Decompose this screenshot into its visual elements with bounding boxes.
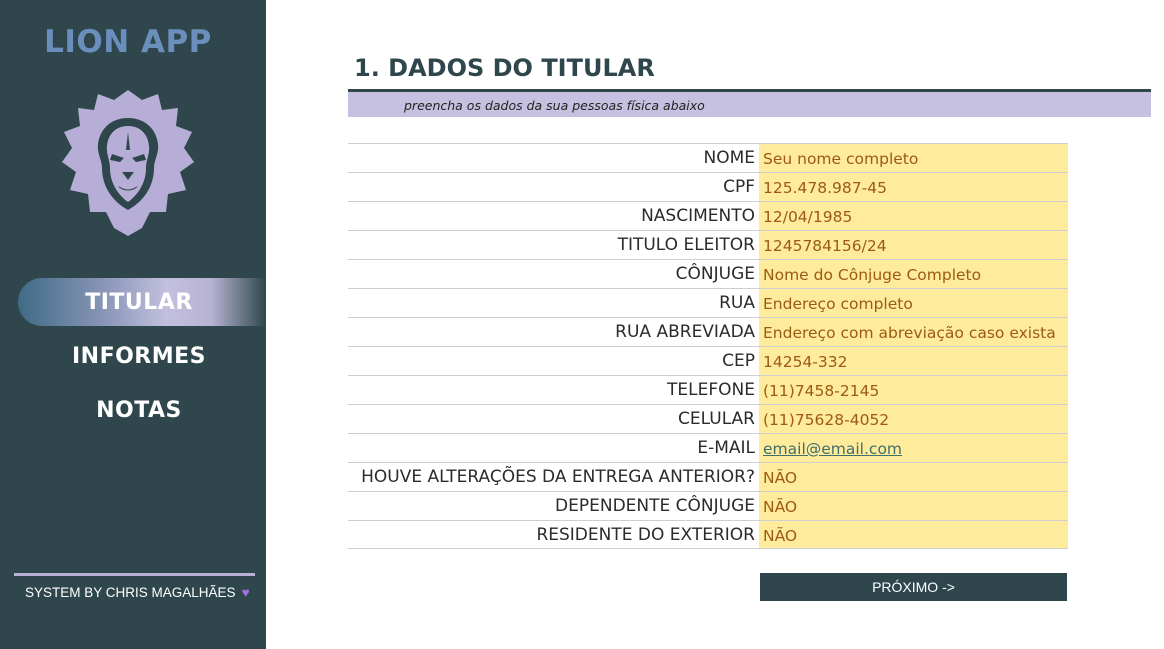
field-row-rua: RUA Endereço completo	[348, 288, 1068, 317]
rua-field[interactable]: Endereço completo	[759, 289, 1068, 317]
field-label: CÔNJUGE	[675, 264, 755, 284]
dependente-conjuge-field[interactable]: NÃO	[759, 492, 1068, 520]
next-button[interactable]: PRÓXIMO ->	[760, 573, 1067, 601]
field-label: NASCIMENTO	[641, 206, 755, 226]
field-row-telefone: TELEFONE (11)7458-2145	[348, 375, 1068, 404]
nav-item-titular[interactable]: TITULAR	[18, 278, 266, 326]
field-row-residente-exterior: RESIDENTE DO EXTERIOR NÃO	[348, 520, 1068, 549]
cep-field[interactable]: 14254-332	[759, 347, 1068, 375]
nav-item-informes[interactable]: INFORMES	[18, 332, 266, 380]
footer-divider	[14, 573, 255, 576]
footer-credit: SYSTEM BY CHRIS MAGALHÃES ♥	[25, 585, 250, 600]
field-label: TELEFONE	[667, 380, 755, 400]
nome-field[interactable]: Seu nome completo	[759, 144, 1068, 172]
field-label: RUA	[719, 293, 755, 313]
sidebar: LION APP TITULAR INFORMES NOTAS SYSTEM B…	[0, 0, 266, 649]
field-row-titulo-eleitor: TITULO ELEITOR 1245784156/24	[348, 230, 1068, 259]
conjuge-field[interactable]: Nome do Cônjuge Completo	[759, 260, 1068, 288]
field-label: CELULAR	[678, 409, 755, 429]
page-title: 1. DADOS DO TITULAR	[354, 54, 655, 82]
nav-item-notas[interactable]: NOTAS	[18, 386, 266, 434]
footer-credit-text: SYSTEM BY CHRIS MAGALHÃES	[25, 585, 236, 600]
subtitle-banner: preencha os dados da sua pessoas física …	[348, 92, 1151, 117]
field-row-nascimento: NASCIMENTO 12/04/1985	[348, 201, 1068, 230]
app-title: LION APP	[44, 24, 212, 60]
nav-item-label: INFORMES	[71, 343, 207, 369]
nav-item-label: TITULAR	[85, 289, 193, 315]
field-row-cpf: CPF 125.478.987-45	[348, 172, 1068, 201]
field-label: NOME	[703, 148, 755, 168]
field-row-nome: NOME Seu nome completo	[348, 143, 1068, 172]
alteracoes-field[interactable]: NÃO	[759, 463, 1068, 491]
field-row-dependente-conjuge: DEPENDENTE CÔNJUGE NÃO	[348, 491, 1068, 520]
field-label: RESIDENTE DO EXTERIOR	[536, 525, 755, 545]
field-label: CPF	[723, 177, 755, 197]
field-label: CEP	[722, 351, 755, 371]
field-label: RUA ABREVIADA	[615, 322, 755, 342]
cpf-field[interactable]: 125.478.987-45	[759, 173, 1068, 201]
rua-abreviada-field[interactable]: Endereço com abreviação caso exista	[759, 318, 1068, 346]
field-row-rua-abreviada: RUA ABREVIADA Endereço com abreviação ca…	[348, 317, 1068, 346]
celular-field[interactable]: (11)75628-4052	[759, 405, 1068, 433]
nav-item-label: NOTAS	[96, 397, 182, 423]
field-row-conjuge: CÔNJUGE Nome do Cônjuge Completo	[348, 259, 1068, 288]
titulo-eleitor-field[interactable]: 1245784156/24	[759, 231, 1068, 259]
residente-exterior-field[interactable]: NÃO	[759, 521, 1068, 548]
purple-heart-icon: ♥	[241, 585, 250, 600]
field-label: DEPENDENTE CÔNJUGE	[555, 496, 755, 516]
telefone-field[interactable]: (11)7458-2145	[759, 376, 1068, 404]
lion-head-icon	[62, 90, 194, 236]
field-row-celular: CELULAR (11)75628-4052	[348, 404, 1068, 433]
field-row-cep: CEP 14254-332	[348, 346, 1068, 375]
email-field[interactable]: email@email.com	[759, 434, 1068, 462]
titular-form: NOME Seu nome completo CPF 125.478.987-4…	[348, 143, 1068, 549]
field-row-email: E-MAIL email@email.com	[348, 433, 1068, 462]
field-label: HOUVE ALTERAÇÕES DA ENTREGA ANTERIOR?	[361, 467, 755, 487]
nascimento-field[interactable]: 12/04/1985	[759, 202, 1068, 230]
field-label: E-MAIL	[697, 438, 755, 458]
subtitle-text: preencha os dados da sua pessoas física …	[404, 98, 705, 113]
field-row-alteracoes: HOUVE ALTERAÇÕES DA ENTREGA ANTERIOR? NÃ…	[348, 462, 1068, 491]
field-label: TITULO ELEITOR	[617, 235, 755, 255]
